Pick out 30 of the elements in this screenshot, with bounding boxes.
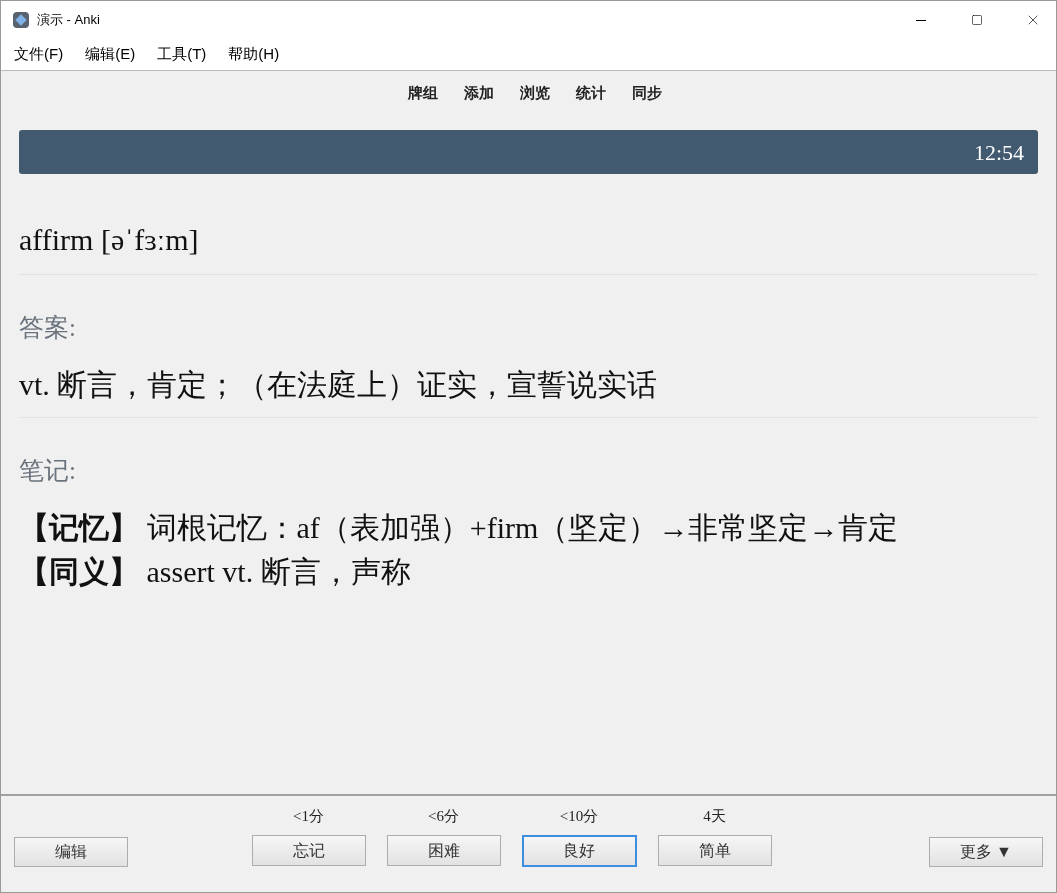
question-text: affirm [əˈfɜːm] <box>19 222 200 258</box>
menu-item[interactable]: 编辑(E) <box>78 43 143 66</box>
menu-item[interactable]: 工具(T) <box>150 43 214 66</box>
menu-item[interactable]: 帮助(H) <box>221 43 287 66</box>
toolbar-link[interactable]: 浏览 <box>509 81 560 105</box>
answer-text: vt. 断言，肯定；（在法庭上）证实，宣誓说实话 <box>19 367 659 403</box>
minimize-icon <box>916 19 926 21</box>
note-line: 【记忆】 词根记忆：af（表加强）+firm（坚定）→非常坚定→肯定 <box>19 510 900 546</box>
interval-label: <10分 <box>559 806 599 826</box>
answer-button[interactable]: 忘记 <box>251 835 366 866</box>
toolbar-link[interactable]: 牌组 <box>397 81 448 105</box>
timer-text: 12:54 <box>973 138 1024 167</box>
notes-label: 笔记: <box>19 456 77 486</box>
interval-label: 4天 <box>703 806 726 826</box>
app-icon <box>13 12 29 28</box>
answer-button[interactable]: 良好 <box>521 835 637 867</box>
interval-label: <6分 <box>428 806 459 826</box>
answer-button[interactable]: 简单 <box>657 835 772 866</box>
menu-item[interactable]: 文件(F) <box>7 43 71 66</box>
note-line: 【同义】 assert vt. 断言，声称 <box>19 554 412 590</box>
window-title: 演示 - Anki <box>37 11 100 30</box>
toolbar-link[interactable]: 添加 <box>453 81 504 105</box>
more-button[interactable]: 更多 ▼ <box>929 837 1043 867</box>
answer-label: 答案: <box>19 313 77 343</box>
maximize-icon <box>971 14 983 26</box>
edit-button[interactable]: 编辑 <box>14 837 128 867</box>
answer-button[interactable]: 困难 <box>386 835 501 866</box>
toolbar-link[interactable]: 统计 <box>565 81 616 105</box>
toolbar-link[interactable]: 同步 <box>621 81 672 105</box>
interval-label: <1分 <box>293 806 324 826</box>
